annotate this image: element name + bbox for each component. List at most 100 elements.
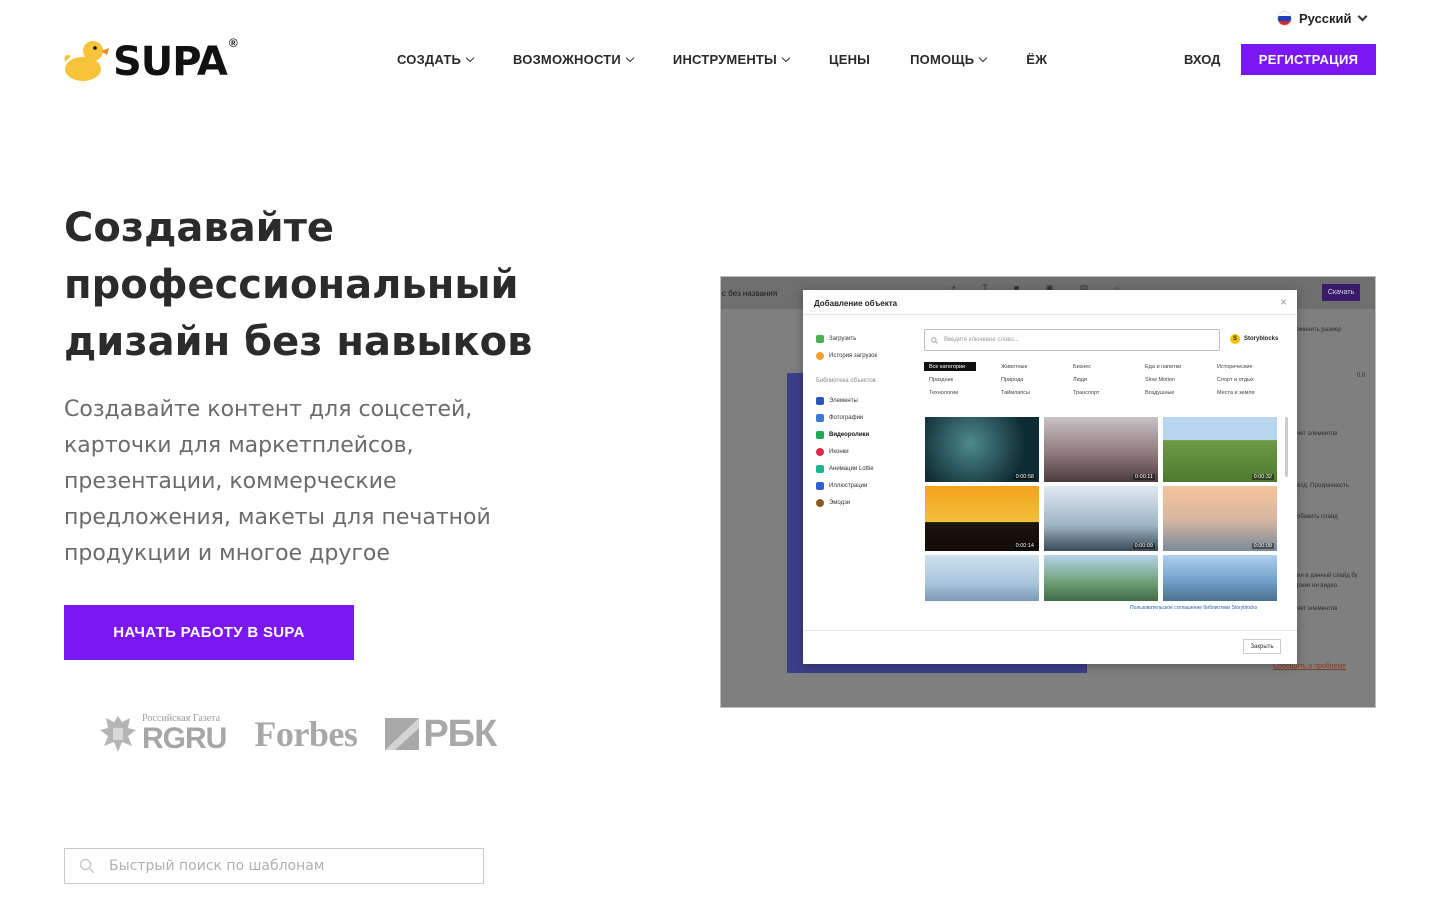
library-label-text: Видеоролики xyxy=(829,431,870,438)
category-item: Бизнес xyxy=(1073,363,1092,370)
search-icon xyxy=(79,858,95,874)
nav-item-yozh[interactable]: ЁЖ xyxy=(1026,52,1047,67)
shapes-icon xyxy=(816,396,824,405)
panel-text: чет элементов xyxy=(1297,431,1338,437)
category-item: Исторические xyxy=(1217,363,1253,370)
nav-item-tools[interactable]: ИНСТРУМЕНТЫ xyxy=(672,52,791,67)
upload-icon xyxy=(816,334,824,343)
chevron-down-icon xyxy=(1357,11,1367,22)
nav-item-create[interactable]: СОЗДАТЬ xyxy=(397,52,475,67)
modal-search: Введите ключевое слово... xyxy=(924,329,1220,351)
history-label: История загрузок xyxy=(829,352,878,359)
video-thumbnail: 0:00:32 xyxy=(1163,417,1277,482)
panel-text: ржке ни видео. xyxy=(1297,583,1339,589)
library-item-videos: Видеоролики xyxy=(816,426,916,443)
category-item: Люди xyxy=(1073,376,1087,383)
library-item-elements: Элементы xyxy=(816,392,916,409)
category-item: Slow Motion xyxy=(1145,376,1175,383)
library-label-text: Фотографии xyxy=(829,414,864,421)
editor-preview: с без названия + T ■ ▣ ▤ ○ Скачать змени… xyxy=(720,276,1376,708)
category-item: Все категории xyxy=(924,362,976,371)
category-grid: Все категории Животные Бизнес Еда и напитки… xyxy=(924,362,1294,397)
nav-label: СОЗДАТЬ xyxy=(397,52,462,67)
category-item: Еда и напитки xyxy=(1145,363,1182,370)
video-grid: 0:00:58 0:00:11 0:00:32 0:00:14 0:00:09 0:00:… xyxy=(925,417,1277,601)
library-label: Библиотека объектов xyxy=(816,378,876,384)
video-duration: 0:00:11 xyxy=(1133,474,1155,480)
category-item: Природа xyxy=(1001,376,1024,383)
divider xyxy=(803,314,1297,315)
storyblocks-icon: S xyxy=(1230,334,1240,344)
duck-icon xyxy=(64,41,109,81)
video-thumbnail: 0:00:09 xyxy=(1044,486,1158,551)
video-duration: 0:00:32 xyxy=(1251,474,1274,480)
modal-close-button: Закрыть xyxy=(1243,639,1281,654)
nav-item-features[interactable]: ВОЗМОЖНОСТИ xyxy=(513,52,635,67)
category-item: Праздник xyxy=(929,376,954,383)
video-duration: 0:00:09 xyxy=(1132,543,1155,549)
download-button: Скачать xyxy=(1322,284,1360,301)
modal-title: Добавление объекта xyxy=(814,299,898,308)
editor-right-panel: зменить размер 0.0 чет элементов вод. Пр… xyxy=(1297,321,1375,701)
chevron-down-icon xyxy=(625,53,635,63)
video-duration: 0:00:09 xyxy=(1251,543,1274,549)
report-problem-link: Сообщить о проблеме xyxy=(1273,663,1347,670)
library-item-illustrations: Иллюстрации xyxy=(816,477,916,494)
library-item-emoji: Эмодзи xyxy=(816,494,916,511)
register-button[interactable]: РЕГИСТРАЦИЯ xyxy=(1241,44,1376,75)
start-button[interactable]: НАЧАТЬ РАБОТУ В SUPA xyxy=(64,605,354,660)
close-icon: × xyxy=(1279,295,1287,309)
nav-item-prices[interactable]: ЦЕНЫ xyxy=(829,52,870,67)
category-item: Таймлапсы xyxy=(1001,389,1030,396)
supa-logo[interactable]: SUPA ® xyxy=(63,36,238,82)
nav-label: ИНСТРУМЕНТЫ xyxy=(672,52,777,67)
library-label-text: Анимации Lottie xyxy=(829,465,874,472)
history-icon xyxy=(816,351,824,360)
upload-item: Загрузить xyxy=(816,330,916,347)
template-search-input[interactable] xyxy=(109,858,469,874)
library-label-text: Иллюстрации xyxy=(829,482,868,489)
nav-label: ЦЕНЫ xyxy=(829,52,871,67)
brush-icon xyxy=(816,481,824,490)
nav-label: ПОМОЩЬ xyxy=(910,52,975,67)
chevron-down-icon xyxy=(781,53,791,63)
panel-text: зменить размер xyxy=(1297,327,1342,333)
video-thumbnail xyxy=(925,555,1039,601)
rgru-title: RGRU xyxy=(142,722,227,755)
storyblocks-provider: S Storyblocks xyxy=(1230,334,1278,344)
upload-label: Загрузить xyxy=(829,335,857,342)
chevron-down-icon xyxy=(465,53,475,63)
library-label-text: Элементы xyxy=(829,397,858,404)
rbk-text: РБК xyxy=(423,712,497,755)
library-label-text: Иконки xyxy=(829,448,849,455)
heart-icon xyxy=(816,447,824,456)
nav-item-help[interactable]: ПОМОЩЬ xyxy=(910,52,988,67)
video-thumbnail: 0:00:09 xyxy=(1163,486,1277,551)
nav-label: ЁЖ xyxy=(1026,52,1048,67)
lottie-icon xyxy=(816,464,824,473)
history-item: История загрузок xyxy=(816,347,916,364)
video-duration: 0:00:14 xyxy=(1013,543,1036,549)
category-item: Места и земля xyxy=(1217,389,1255,396)
category-item: Воздушные xyxy=(1145,389,1175,396)
rbk-logo: РБК xyxy=(385,712,497,756)
language-selector[interactable]: Русский xyxy=(1277,11,1367,26)
login-link[interactable]: ВХОД xyxy=(1184,52,1220,67)
divider xyxy=(803,630,1297,631)
category-item: Животные xyxy=(1001,363,1028,370)
video-thumbnail: 0:00:58 xyxy=(925,417,1039,482)
library-item-icons: Иконки xyxy=(816,443,916,460)
template-search[interactable] xyxy=(64,848,484,884)
video-duration: 0:00:58 xyxy=(1013,474,1036,480)
library-label-text: Эмодзи xyxy=(829,499,851,506)
nav-label: ВОЗМОЖНОСТИ xyxy=(513,52,621,67)
emoji-icon xyxy=(816,498,824,507)
video-icon xyxy=(816,430,824,439)
category-item: Технологии xyxy=(929,389,959,396)
search-icon xyxy=(931,336,938,344)
panel-text: чет элементов xyxy=(1297,606,1338,612)
video-thumbnail xyxy=(1044,555,1158,601)
document-title: с без названия xyxy=(722,289,778,298)
logo-text: SUPA xyxy=(113,39,228,85)
add-object-modal: Добавление объекта × Загрузить История з… xyxy=(803,290,1297,664)
